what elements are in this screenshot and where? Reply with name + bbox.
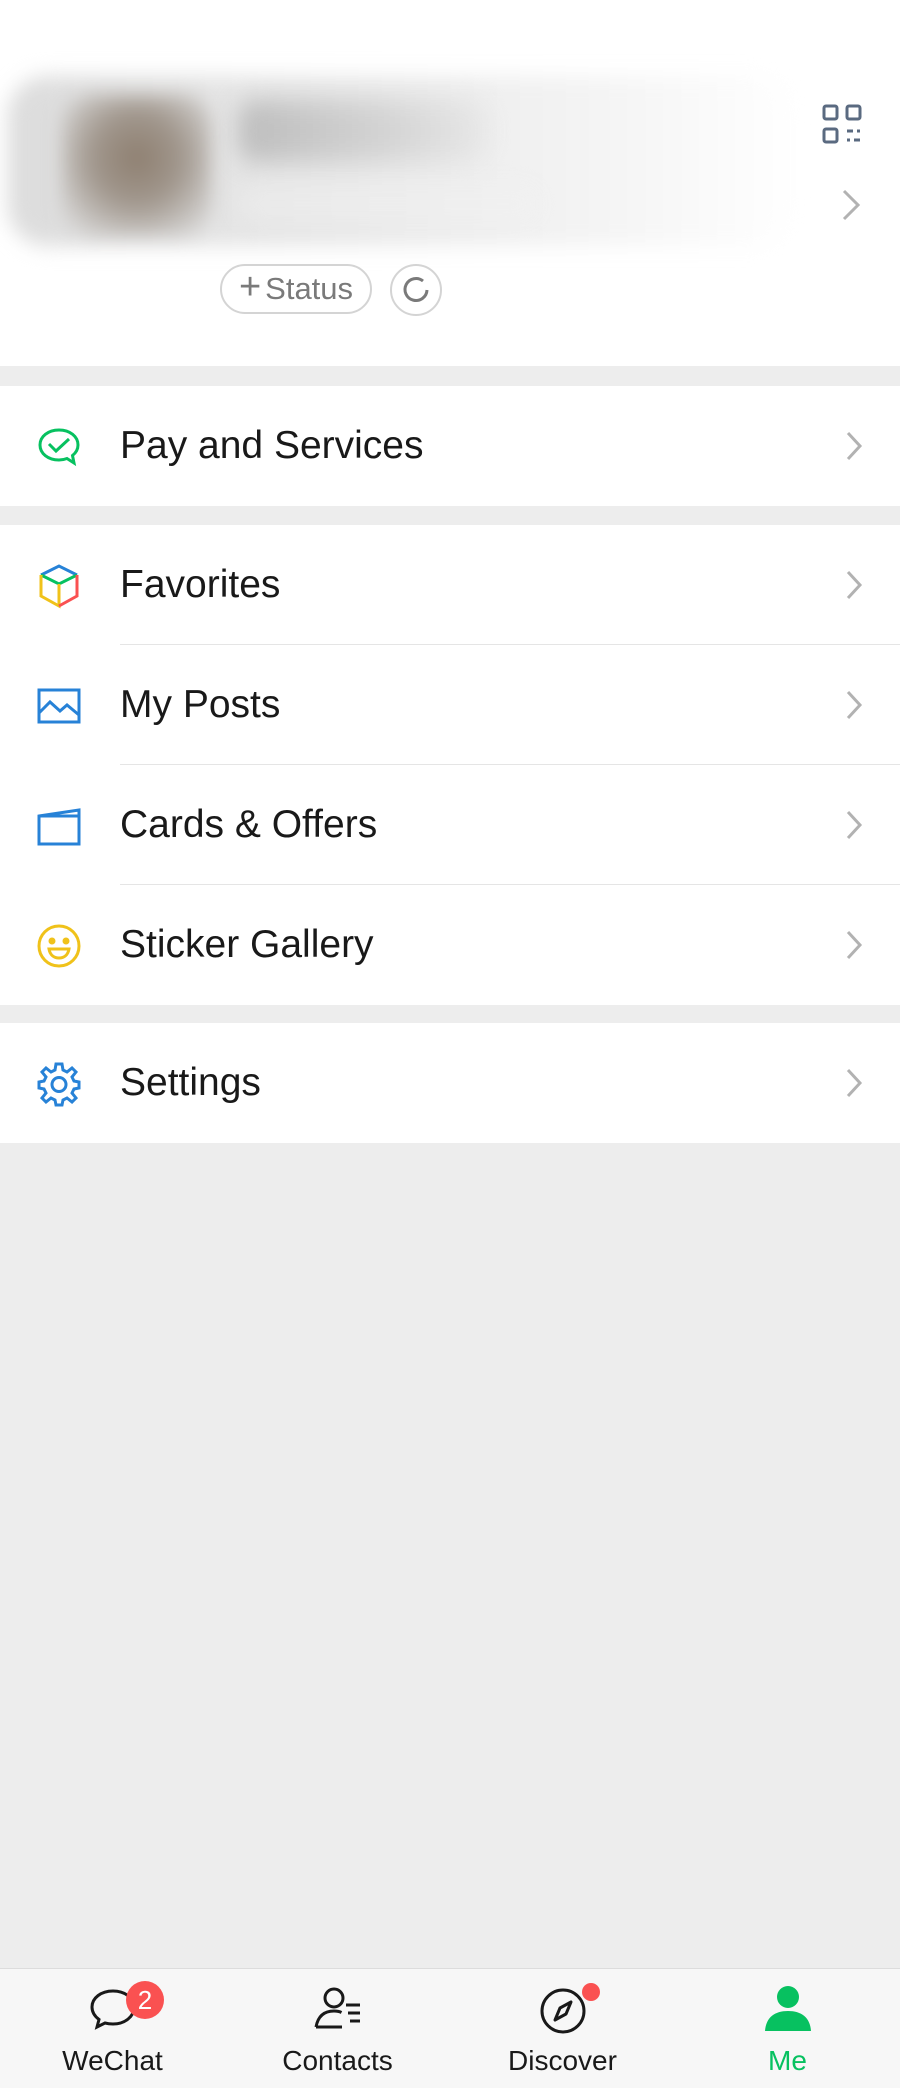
menu-item-label: Sticker Gallery — [120, 923, 374, 966]
chevron-right-icon — [846, 690, 863, 720]
menu-item-pay-and-services[interactable]: Pay and Services — [0, 386, 900, 506]
add-status-button[interactable]: + Status — [220, 264, 372, 314]
tab-label: Me — [768, 2045, 807, 2076]
contacts-icon — [314, 1987, 360, 2029]
gear-icon — [37, 1062, 81, 1107]
menu-item-label: Cards & Offers — [120, 803, 378, 846]
menu-item-favorites[interactable]: Favorites — [0, 525, 900, 645]
menu-item-label: Favorites — [120, 563, 281, 606]
status-refresh-button[interactable] — [390, 264, 442, 316]
pay-icon — [38, 428, 80, 467]
refresh-icon — [403, 277, 429, 302]
tab-wechat[interactable]: 2 WeChat — [0, 1969, 225, 2088]
person-icon — [765, 1986, 811, 2031]
chevron-right-icon — [846, 930, 863, 960]
menu-item-sticker-gallery[interactable]: Sticker Gallery — [0, 885, 900, 1005]
chevron-right-icon — [846, 431, 863, 461]
chevron-right-icon — [846, 570, 863, 600]
menu-item-label: Pay and Services — [120, 424, 424, 467]
menu-item-label: Settings — [120, 1061, 261, 1104]
bottom-tab-bar: 2 WeChat Contacts Discover Me — [0, 1968, 900, 2088]
plus-icon: + — [238, 266, 262, 308]
blurred-wechat-id — [238, 186, 538, 222]
status-label: Status — [265, 271, 354, 306]
menu-item-settings[interactable]: Settings — [0, 1023, 900, 1143]
posts-image-icon — [37, 688, 81, 724]
tab-me[interactable]: Me — [675, 1969, 900, 2088]
tab-label: Discover — [508, 2045, 617, 2076]
qr-code-icon[interactable] — [822, 104, 862, 144]
menu-item-cards-offers[interactable]: Cards & Offers — [0, 765, 900, 885]
features-group: Favorites My Posts Cards & Offers Sticke… — [0, 525, 900, 1005]
card-icon — [37, 808, 81, 846]
tab-discover[interactable]: Discover — [450, 1969, 675, 2088]
menu-item-label: My Posts — [120, 683, 281, 726]
smiley-icon — [37, 924, 81, 968]
tab-contacts[interactable]: Contacts — [225, 1969, 450, 2088]
notification-dot — [582, 1983, 600, 2001]
unread-badge: 2 — [126, 1981, 164, 2019]
pay-group: Pay and Services — [0, 386, 900, 506]
blurred-name — [238, 100, 488, 162]
chevron-right-icon — [846, 810, 863, 840]
chevron-right-icon — [846, 1068, 863, 1098]
settings-group: Settings — [0, 1023, 900, 1143]
favorites-cube-icon — [39, 564, 79, 609]
avatar[interactable] — [62, 95, 212, 235]
profile-header[interactable]: + Status — [0, 0, 900, 366]
chevron-right-icon — [842, 189, 861, 221]
tab-label: WeChat — [62, 2045, 163, 2076]
tab-label: Contacts — [282, 2045, 393, 2076]
menu-item-my-posts[interactable]: My Posts — [0, 645, 900, 765]
